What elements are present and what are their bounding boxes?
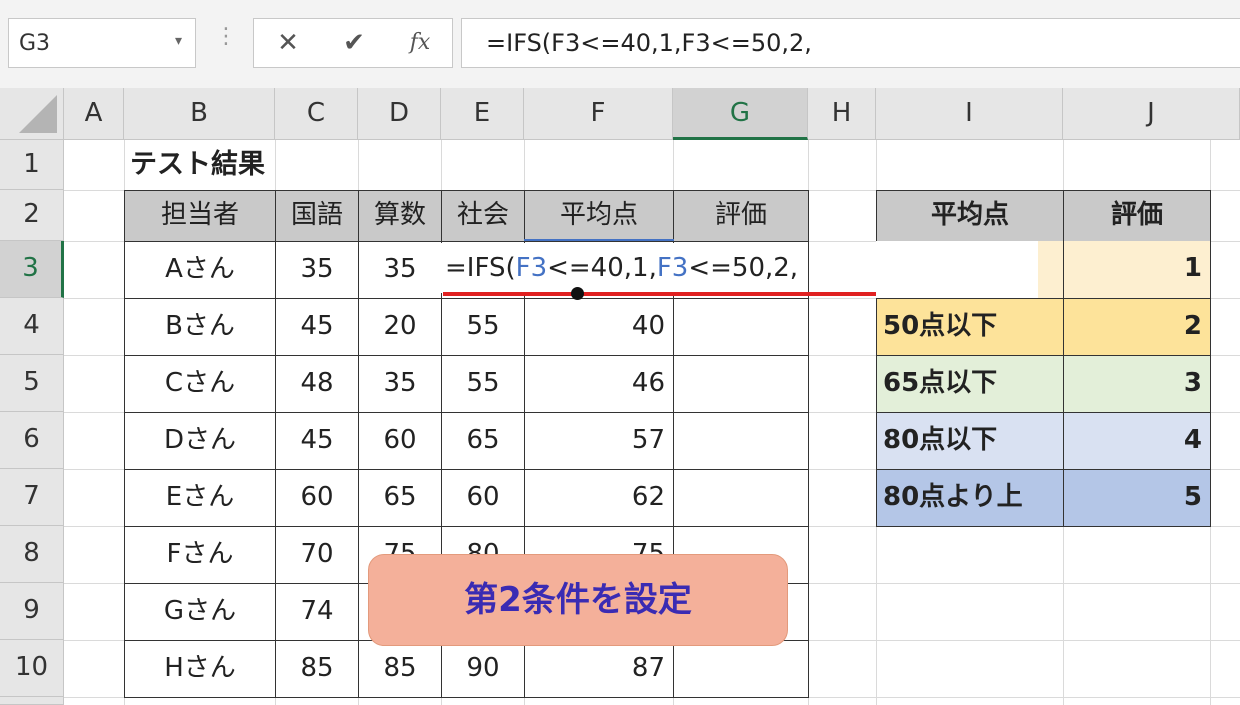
lookup-grade-cell[interactable]: 1 [1063,241,1211,299]
table-cell[interactable]: 85 [358,640,442,698]
formula-text: =IFS(F3<=40,1,F3<=50,2, [486,29,812,57]
name-box-value: G3 [19,31,51,56]
formula-input[interactable]: =IFS(F3<=40,1,F3<=50,2, [461,18,1240,68]
header-sansu[interactable]: 算数 [358,190,442,242]
row-header-6[interactable]: 6 [0,412,64,469]
table-cell[interactable]: 90 [441,640,525,698]
table-row[interactable]: Aさん [124,241,276,299]
cursor-dot-icon [571,287,584,300]
lookup-label-cell[interactable]: 80点より上 [876,469,1064,527]
column-header-f[interactable]: F [524,88,673,140]
lookup-grade-cell[interactable]: 4 [1063,412,1211,470]
header-tantousha[interactable]: 担当者 [124,190,276,242]
sheet-title[interactable]: テスト結果 [130,142,265,188]
chevron-down-icon[interactable]: ▾ [175,33,182,49]
table-cell[interactable] [673,298,809,356]
column-header-b[interactable]: B [124,88,275,140]
name-box[interactable]: G3 ▾ [8,18,196,68]
table-cell[interactable] [673,469,809,527]
row-header-2[interactable]: 2 [0,190,64,241]
column-header-g[interactable]: G [673,88,808,140]
table-cell[interactable] [673,355,809,413]
formula-prefix: =IFS( [445,253,516,283]
table-cell[interactable]: 45 [275,412,359,470]
row-header-4[interactable]: 4 [0,298,64,355]
table-cell[interactable]: 65 [358,469,442,527]
table-cell[interactable]: 35 [275,241,359,299]
column-header-i[interactable]: I [876,88,1063,140]
lookup-label-cell[interactable]: 50点以下 [876,298,1064,356]
table-cell[interactable]: 20 [358,298,442,356]
column-header-h[interactable]: H [808,88,876,140]
header-kokugo[interactable]: 国語 [275,190,359,242]
lookup-grade-cell[interactable]: 3 [1063,355,1211,413]
lookup-label-cell[interactable]: 80点以下 [876,412,1064,470]
table-cell[interactable]: 87 [524,640,674,698]
formula-actions: ✕ ✔ fx [253,18,453,68]
table-cell[interactable]: 46 [524,355,674,413]
table-cell[interactable]: 55 [441,298,525,356]
row-header-3[interactable]: 3 [0,241,64,298]
lookup-label-cell[interactable] [876,241,1038,298]
table-cell[interactable]: 45 [275,298,359,356]
table-cell[interactable] [673,412,809,470]
table-cell[interactable]: 74 [275,583,359,641]
formula-part: <=40,1, [547,253,657,283]
row-header-7[interactable]: 7 [0,469,64,526]
table-cell[interactable]: 60 [275,469,359,527]
column-header-j[interactable]: J [1063,88,1240,140]
lookup-label-cell[interactable]: 65点以下 [876,355,1064,413]
table-cell[interactable]: 60 [358,412,442,470]
table-cell[interactable]: 57 [524,412,674,470]
lookup-header-avg[interactable]: 平均点 [876,190,1064,242]
row-header-11[interactable] [0,697,64,705]
table-row[interactable]: Dさん [124,412,276,470]
table-cell[interactable]: 70 [275,526,359,584]
table-cell[interactable]: 35 [358,241,442,299]
formula-bar: G3 ▾ ⋮ ✕ ✔ fx =IFS(F3<=40,1,F3<=50,2, [0,0,1240,88]
row-header-5[interactable]: 5 [0,355,64,412]
column-header-e[interactable]: E [441,88,524,140]
lookup-grade-cell[interactable]: 5 [1063,469,1211,527]
formula-reference: F3 [656,253,689,283]
row-header-1[interactable]: 1 [0,140,64,190]
table-cell[interactable]: 48 [275,355,359,413]
close-icon[interactable]: ✕ [268,25,308,61]
select-all-corner[interactable] [0,88,64,140]
table-cell[interactable]: 40 [524,298,674,356]
header-heikinten[interactable]: 平均点 [524,190,674,242]
table-cell[interactable]: 35 [358,355,442,413]
row-header-8[interactable]: 8 [0,526,64,583]
table-row[interactable]: Eさん [124,469,276,527]
more-options-icon[interactable]: ⋮ [215,24,237,49]
table-row[interactable]: Hさん [124,640,276,698]
header-hyouka[interactable]: 評価 [673,190,809,242]
row-header-10[interactable]: 10 [0,640,64,697]
header-shakai[interactable]: 社会 [441,190,525,242]
table-row[interactable]: Gさん [124,583,276,641]
formula-part: <=50,2, [688,253,799,283]
red-underline [443,292,907,296]
insert-function-icon[interactable]: fx [400,25,440,61]
lookup-fill [1038,241,1064,298]
table-cell[interactable] [673,640,809,698]
column-header-d[interactable]: D [358,88,441,140]
table-cell[interactable]: 85 [275,640,359,698]
lookup-grade-cell[interactable]: 2 [1063,298,1211,356]
table-row[interactable]: Bさん [124,298,276,356]
in-cell-formula[interactable]: =IFS(F3<=40,1,F3<=50,2, [441,243,805,293]
table-cell[interactable]: 62 [524,469,674,527]
callout-banner: 第2条件を設定 [368,554,788,646]
formula-reference: F3 [515,253,548,283]
column-header-c[interactable]: C [275,88,358,140]
table-cell[interactable]: 65 [441,412,525,470]
checkmark-icon[interactable]: ✔ [334,25,374,61]
row-header-9[interactable]: 9 [0,583,64,640]
column-header-a[interactable]: A [64,88,124,140]
table-row[interactable]: Fさん [124,526,276,584]
table-row[interactable]: Cさん [124,355,276,413]
table-cell[interactable]: 60 [441,469,525,527]
lookup-header-grade[interactable]: 評価 [1063,190,1211,242]
table-cell[interactable]: 55 [441,355,525,413]
